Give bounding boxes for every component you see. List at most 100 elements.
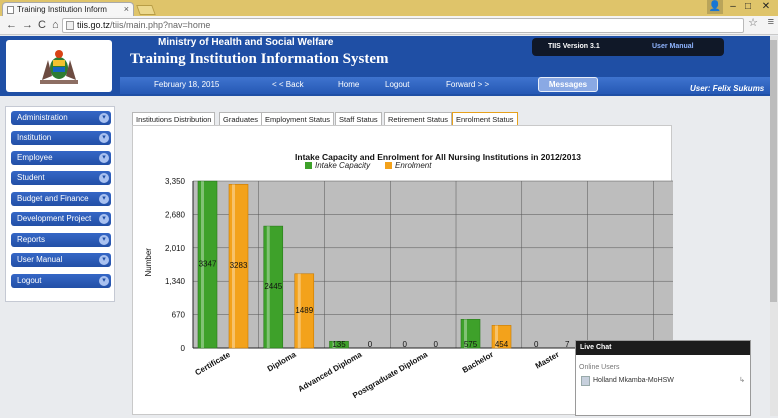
page-info-icon bbox=[66, 21, 74, 30]
x-tick-label: Advanced Diploma bbox=[297, 350, 364, 394]
live-chat-title[interactable]: Live Chat bbox=[576, 341, 750, 355]
data-label: 454 bbox=[495, 340, 509, 349]
tab-graduates[interactable]: Graduates bbox=[219, 112, 263, 126]
x-tick-label: Master bbox=[534, 350, 561, 371]
logout-link[interactable]: Logout bbox=[385, 79, 409, 91]
system-title: Training Institution Information System bbox=[130, 51, 389, 67]
data-label: 0 bbox=[403, 340, 408, 349]
sidebar-item-institution[interactable]: Institution ▾ bbox=[11, 131, 111, 145]
data-label: 2445 bbox=[264, 282, 282, 291]
sidebar-item-label: Institution bbox=[17, 133, 52, 142]
sidebar-item-development-project[interactable]: Development Project ▾ bbox=[11, 212, 111, 226]
y-tick-label: 3,350 bbox=[165, 177, 186, 186]
url-path: /tiis/main.php?nav=home bbox=[110, 20, 211, 30]
browser-tab[interactable]: Training Institution Inform × bbox=[2, 2, 134, 16]
top-nav-strip: February 18, 2015 < < Back Home Logout F… bbox=[120, 77, 770, 94]
profile-icon[interactable]: 👤 bbox=[707, 0, 723, 14]
sidebar-item-label: User Manual bbox=[17, 255, 63, 264]
user-manual-link[interactable]: User Manual bbox=[652, 43, 694, 50]
sidebar-item-label: Budget and Finance bbox=[17, 194, 89, 203]
legend-label: Enrolment bbox=[395, 161, 432, 170]
new-tab-button[interactable] bbox=[136, 5, 156, 15]
sidebar-item-reports[interactable]: Reports ▾ bbox=[11, 233, 111, 247]
chevron-down-icon: ▾ bbox=[99, 133, 109, 143]
sidebar-item-administration[interactable]: Administration ▾ bbox=[11, 111, 111, 125]
home-icon[interactable]: ⌂ bbox=[52, 17, 59, 33]
data-label: 3283 bbox=[230, 261, 248, 270]
sidebar-item-student[interactable]: Student ▾ bbox=[11, 171, 111, 185]
tab-employment-status[interactable]: Employment Status bbox=[261, 112, 335, 126]
forward-arrow-icon[interactable]: → bbox=[22, 17, 33, 33]
current-user: User: Felix Sukums bbox=[690, 84, 765, 93]
data-label: 0 bbox=[368, 340, 373, 349]
reload-icon[interactable]: C bbox=[38, 17, 46, 33]
data-label: 0 bbox=[434, 340, 439, 349]
address-toolbar: ← → C ⌂ tiis.go.tz/tiis/main.php?nav=hom… bbox=[0, 16, 778, 35]
sidebar-item-label: Development Project bbox=[17, 214, 92, 223]
minimize-icon[interactable]: – bbox=[726, 0, 740, 14]
y-tick-label: 1,340 bbox=[165, 277, 186, 286]
chevron-down-icon: ▾ bbox=[99, 214, 109, 224]
sidebar-item-logout[interactable]: Logout ▾ bbox=[11, 274, 111, 288]
url-domain: tiis.go.tz bbox=[77, 20, 111, 30]
maximize-icon[interactable]: □ bbox=[741, 0, 755, 14]
page-favicon-icon bbox=[7, 6, 14, 14]
data-label: 135 bbox=[332, 340, 346, 349]
tab-staff-status[interactable]: Staff Status bbox=[335, 112, 382, 126]
tab-enrolment-status[interactable]: Enrolment Status bbox=[452, 112, 518, 126]
close-window-icon[interactable]: ✕ bbox=[756, 0, 776, 14]
sidebar-item-user-manual[interactable]: User Manual ▾ bbox=[11, 253, 111, 267]
sidebar-item-employee[interactable]: Employee ▾ bbox=[11, 151, 111, 165]
bookmark-star-icon[interactable]: ☆ bbox=[748, 16, 758, 29]
coat-of-arms-logo bbox=[6, 40, 112, 92]
online-user-item[interactable]: Holland Mkamba-MoHSW ↳ bbox=[579, 375, 749, 387]
tab-retirement-status[interactable]: Retirement Status bbox=[384, 112, 453, 126]
tab-institutions-distribution[interactable]: Institutions Distribution bbox=[132, 112, 216, 126]
browser-menu-icon[interactable]: ≡ bbox=[768, 16, 774, 28]
chevron-down-icon: ▾ bbox=[99, 173, 109, 183]
sidebar-item-label: Student bbox=[17, 173, 45, 182]
online-users-label: Online Users bbox=[579, 364, 620, 371]
browser-tab-strip: Training Institution Inform × 👤 – □ ✕ bbox=[0, 0, 778, 16]
page-scrollbar-thumb[interactable] bbox=[770, 40, 777, 302]
home-link[interactable]: Home bbox=[338, 79, 359, 91]
legend-swatch bbox=[385, 162, 392, 169]
sidebar-item-budget[interactable]: Budget and Finance ▾ bbox=[11, 192, 111, 206]
chevron-down-icon: ▾ bbox=[99, 235, 109, 245]
data-label: 7 bbox=[565, 340, 570, 349]
online-user-name: Holland Mkamba-MoHSW bbox=[593, 377, 674, 384]
y-tick-label: 0 bbox=[181, 344, 186, 353]
close-tab-icon[interactable]: × bbox=[124, 3, 129, 16]
legend-swatch bbox=[305, 162, 312, 169]
back-link[interactable]: < < Back bbox=[272, 79, 304, 91]
live-chat-panel: Live Chat Online Users Holland Mkamba-Mo… bbox=[575, 340, 751, 416]
version-panel: TIIS Version 3.1 User Manual bbox=[532, 38, 724, 56]
chat-arrow-icon: ↳ bbox=[739, 377, 745, 384]
back-arrow-icon[interactable]: ← bbox=[6, 17, 17, 33]
legend-label: Intake Capacity bbox=[315, 161, 371, 170]
data-label: 1489 bbox=[295, 306, 313, 315]
x-tick-label: Certificate bbox=[193, 350, 232, 378]
x-tick-label: Bachelor bbox=[461, 350, 495, 375]
date-label: February 18, 2015 bbox=[154, 80, 220, 89]
data-label: 0 bbox=[534, 340, 539, 349]
sidebar-item-label: Reports bbox=[17, 235, 46, 244]
site-header: Ministry of Health and Social Welfare Tr… bbox=[0, 36, 770, 96]
y-tick-label: 2,680 bbox=[165, 210, 186, 219]
y-tick-label: 2,010 bbox=[165, 244, 186, 253]
address-bar[interactable]: tiis.go.tz/tiis/main.php?nav=home bbox=[62, 18, 744, 33]
sidebar-menu: Administration ▾ Institution ▾ Employee ▾ S… bbox=[5, 106, 115, 302]
ministry-name: Ministry of Health and Social Welfare bbox=[158, 37, 334, 48]
x-tick-label: Diploma bbox=[266, 350, 298, 374]
messages-button[interactable]: Messages bbox=[538, 77, 598, 92]
version-label: TIIS Version 3.1 bbox=[548, 43, 600, 50]
data-label: 575 bbox=[464, 340, 478, 349]
sidebar-item-label: Employee bbox=[17, 153, 53, 162]
chevron-down-icon: ▾ bbox=[99, 113, 109, 123]
forward-link[interactable]: Forward > > bbox=[446, 79, 489, 91]
y-axis-label: Number bbox=[144, 248, 153, 277]
browser-tab-title: Training Institution Inform bbox=[17, 5, 107, 14]
chevron-down-icon: ▾ bbox=[99, 194, 109, 204]
sidebar-item-label: Administration bbox=[17, 113, 68, 122]
avatar bbox=[581, 376, 590, 386]
